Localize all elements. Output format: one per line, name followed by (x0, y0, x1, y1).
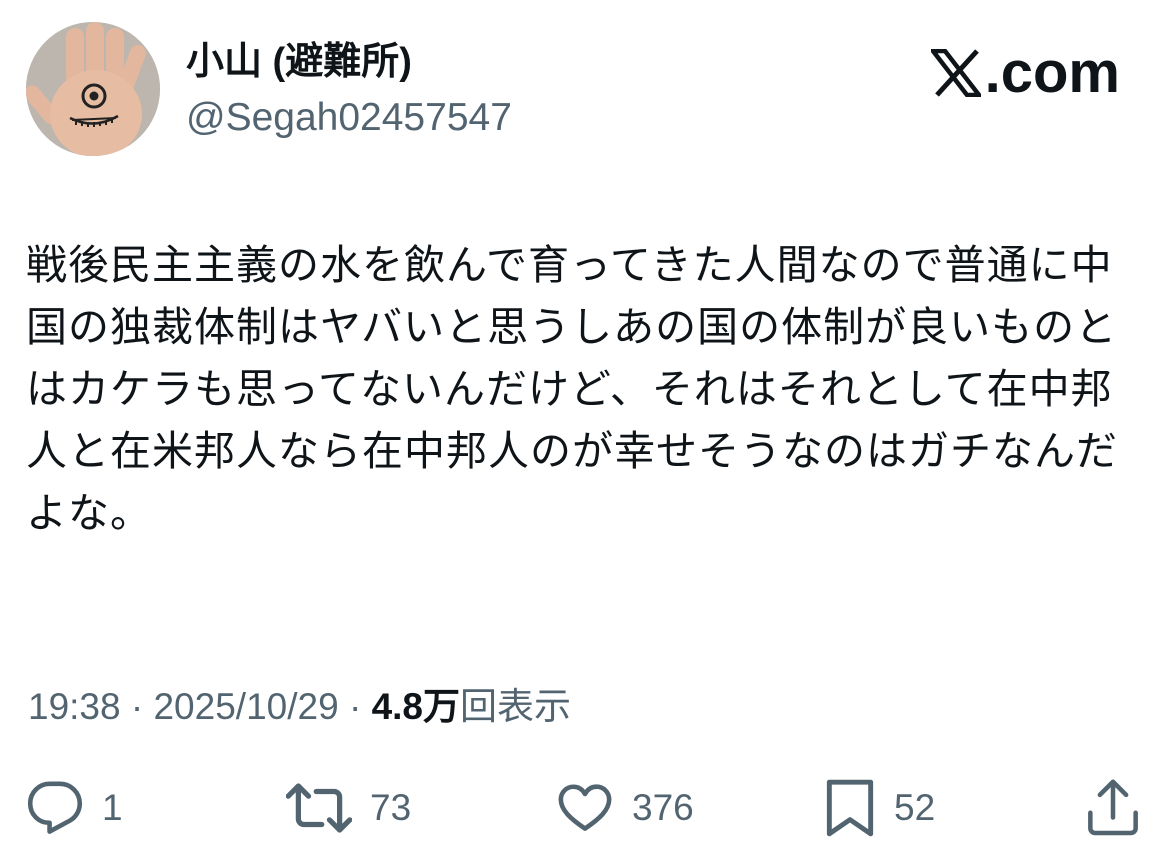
meta-separator: · (338, 686, 372, 727)
heart-icon (558, 784, 612, 831)
bookmark-button[interactable]: 52 (824, 770, 935, 846)
tweet-time[interactable]: 19:38 (28, 686, 121, 727)
hand-eye-avatar-icon (26, 22, 160, 156)
bookmark-icon (826, 779, 874, 837)
tweet-text: 戦後民主主義の水を飲んで育ってきた人間なので普通に中国の独裁体制はヤバいと思うし… (26, 242, 1118, 536)
action-bar: 1 73 376 52 (26, 770, 1144, 846)
retweet-icon (286, 783, 352, 833)
like-count: 376 (632, 787, 694, 828)
reply-button[interactable]: 1 (26, 770, 123, 846)
user-handle[interactable]: @Segah02457547 (186, 94, 512, 142)
views-count: 4.8万 (371, 686, 460, 727)
brand-dot: . (984, 40, 1001, 105)
avatar[interactable] (26, 22, 160, 156)
x-com-brand: . com (928, 38, 1120, 108)
tweet-date[interactable]: 2025/10/29 (153, 686, 338, 727)
retweet-count: 73 (370, 787, 412, 828)
meta-separator: · (120, 686, 154, 727)
views-label: 回表示 (460, 686, 571, 727)
reply-icon (27, 781, 83, 834)
brand-label: com (1000, 40, 1120, 105)
reply-count: 1 (102, 787, 123, 828)
share-button[interactable] (1084, 770, 1142, 846)
like-button[interactable]: 376 (556, 770, 694, 846)
retweet-button[interactable]: 73 (286, 770, 411, 846)
tweet-meta: 19:38 · 2025/10/29 · 4.8万回表示 (28, 682, 571, 732)
display-name[interactable]: 小山 (避難所) (186, 38, 412, 86)
share-icon (1088, 779, 1138, 836)
x-logo-icon (928, 48, 984, 98)
bookmark-count: 52 (894, 787, 936, 828)
